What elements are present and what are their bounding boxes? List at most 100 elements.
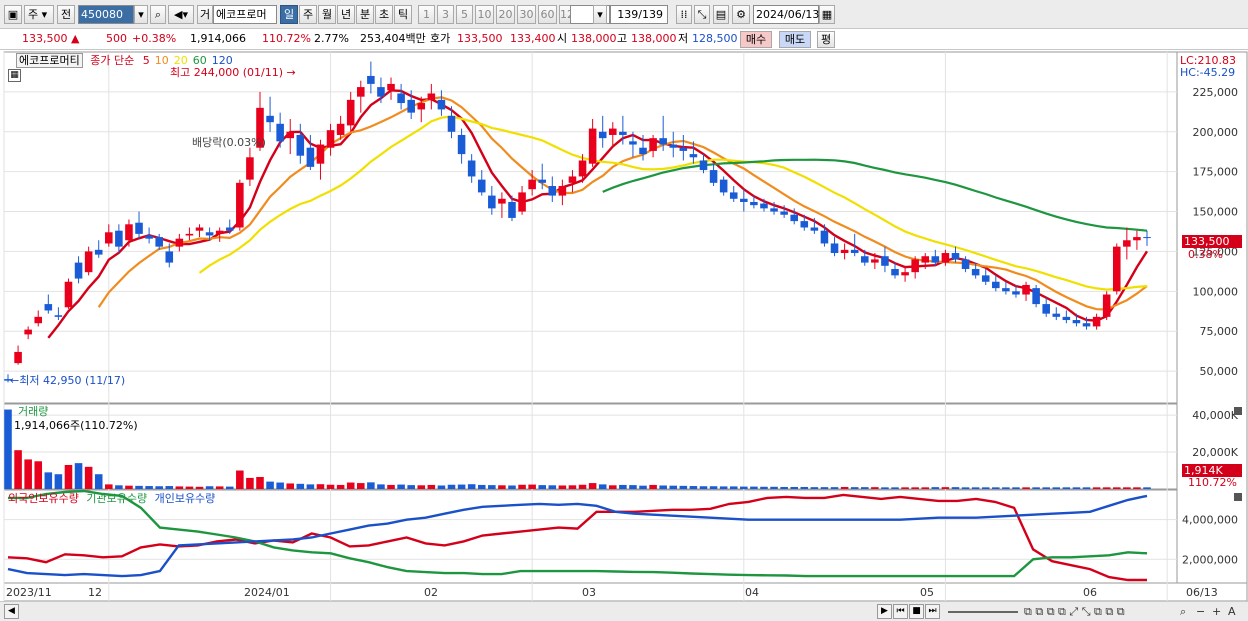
candle-body [709,170,718,183]
volume-bar [145,486,153,489]
candle-body [447,115,456,132]
volume-bar [840,486,849,489]
candle-body [961,259,970,269]
volume-bar [306,484,315,489]
volume-bar [941,487,950,489]
candle-body [1012,291,1020,295]
volume-bar [699,486,708,489]
candle-body [175,238,184,247]
candle-body [1092,316,1101,327]
date-tick-label: 05 [920,586,934,599]
candle-body [44,304,53,311]
candle-body [1072,320,1081,324]
candle-body [800,221,809,228]
volume-bar [457,484,466,489]
font-size-icon[interactable]: A [1228,605,1236,618]
bottom-scrollbar[interactable]: ◀ ▶ ⏮ ■ ⏭ ⧉ ⧉ ⧉ ⧉ ⤢ ⤡ ⧉ ⧉ ⧉ ⌕ − + A [0,601,1248,621]
volume-bar [125,485,133,489]
stop-icon[interactable]: ■ [909,604,924,619]
holding-close-icon[interactable] [1234,493,1242,501]
volume-bar [830,487,839,489]
volume-bar [34,461,43,489]
candle-body [830,243,839,254]
volume-close-icon[interactable] [1234,407,1242,415]
zoom-slider[interactable] [948,611,1018,613]
volume-bar [770,486,778,489]
volume-bar [276,482,284,489]
candle-body [407,99,415,113]
holding-tick-label: 2,000,000 [1182,553,1238,566]
candle-body [649,138,657,151]
candle-body [719,179,728,193]
chart-canvas[interactable]: 50,00075,000100,000125,000150,000175,000… [0,0,1248,601]
volume-bar [1133,487,1141,489]
candle-body [1002,288,1010,292]
price-tick-label: 100,000 [1193,285,1239,298]
candle-body [790,214,798,222]
volume-bar [820,487,829,489]
candle-body [760,203,768,209]
candle-body [1052,313,1061,317]
volume-bar [1052,487,1061,489]
volume-bar [992,487,1000,489]
play-icon[interactable]: ⏭ [925,604,940,619]
volume-bar [1123,487,1131,489]
candle-body [145,235,153,239]
candle-body [518,192,526,212]
volume-bar [578,484,587,489]
volume-bar [346,482,355,489]
candle-body [931,256,940,263]
volume-bar [236,470,244,489]
candle-body [34,316,43,324]
candle-body [729,192,738,199]
volume-bar [115,485,123,489]
candle-body [558,186,567,196]
candle-body [276,123,284,142]
candle-body [286,131,295,139]
candle-body [477,179,486,193]
legend-foreign: 외국인보유수량 [8,492,79,505]
price-tick-label: 50,000 [1200,365,1239,378]
candle-body [770,208,778,212]
candle-body [911,259,919,273]
volume-bar [266,481,274,489]
scroll-right-icon[interactable]: ▶ [877,604,892,619]
volume-bar [64,464,73,489]
candle-body [94,249,103,255]
view-tools-icon[interactable]: ⧉ ⧉ ⧉ ⧉ ⤢ ⤡ ⧉ ⧉ ⧉ [1024,605,1125,618]
candle-body [195,227,204,231]
table-icon[interactable]: ▦ [8,69,21,82]
scroll-left-icon[interactable]: ◀ [4,604,19,619]
volume-bar [1002,487,1010,489]
zoom-search-icon[interactable]: ⌕ [1180,605,1186,618]
zoom-out-icon[interactable]: − [1196,605,1205,618]
volume-bar [1102,487,1111,489]
volume-bar [921,487,930,489]
candle-body [135,222,143,234]
holding-tick-label: 4,000,000 [1182,514,1238,527]
candle-body [740,198,748,202]
volume-bar [800,486,809,489]
candle-body [840,249,849,254]
legend-ma-period: 5 [142,54,150,67]
holding-legend: 외국인보유수량 기관보유수량 개인보유수량 [8,492,215,505]
volume-bar [729,486,738,489]
candle-body [548,186,557,196]
volume-bar [669,485,678,489]
zoom-in-icon[interactable]: + [1212,605,1221,618]
candle-body [417,103,426,110]
volume-bar [316,484,325,489]
candle-body [205,232,214,236]
jump-start-icon[interactable]: ⏮ [893,604,908,619]
candle-body [538,179,547,183]
candle-body [1082,323,1091,327]
candle-body [185,233,194,236]
volume-bar [447,484,456,489]
legend-stock-name[interactable]: 에코프로머티 [16,53,83,68]
volume-bar [881,487,889,489]
volume-bar [588,483,597,489]
volume-bar [1143,487,1151,489]
candle-body [951,253,960,260]
legend-ma-label: 종가 단순 [90,54,135,67]
volume-bar [608,485,617,489]
